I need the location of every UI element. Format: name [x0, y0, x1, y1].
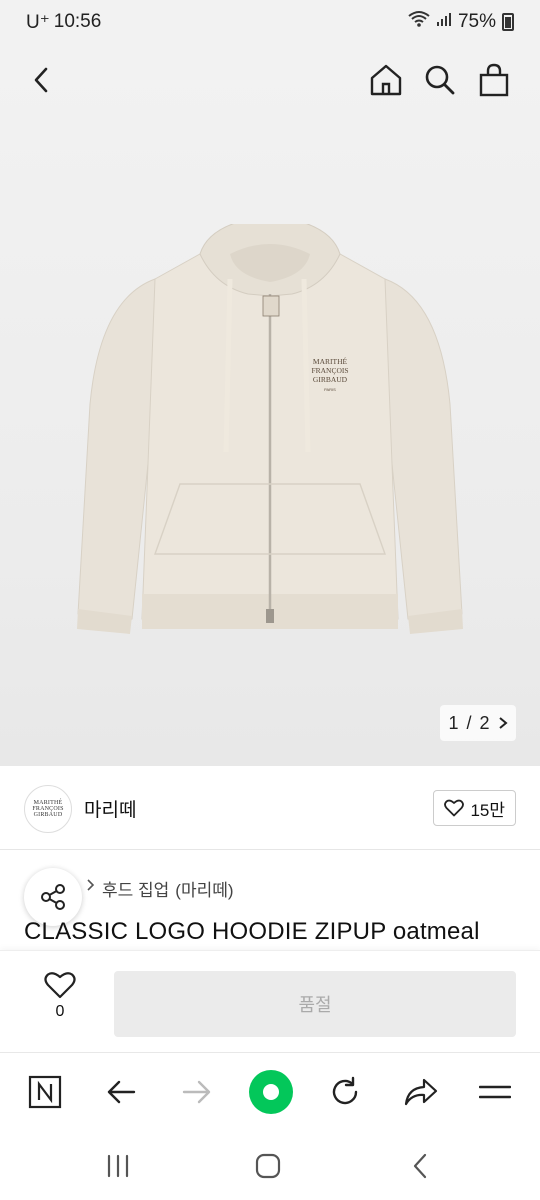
purchase-bar: 0 품절 [0, 950, 540, 1052]
share-icon [41, 884, 65, 910]
battery-icon [502, 13, 514, 31]
chevron-right-icon [498, 717, 508, 729]
back-icon [34, 67, 48, 93]
chest-logo-line: PARIS [324, 387, 336, 392]
browser-forward-button[interactable] [172, 1067, 222, 1117]
pager-current: 1 [448, 712, 459, 733]
browser-toolbar [0, 1052, 540, 1130]
clock: 10:56 [53, 11, 102, 32]
menu-icon [479, 1085, 511, 1099]
browser-share-button[interactable] [396, 1067, 446, 1117]
carrier-label: U⁺ [26, 11, 50, 33]
search-icon [425, 65, 455, 95]
browser-back-button[interactable] [96, 1067, 146, 1117]
home-icon [370, 64, 402, 96]
back-button[interactable] [20, 58, 64, 102]
android-navigation-bar [0, 1130, 540, 1200]
wish-count: 0 [55, 1003, 65, 1020]
share-arrow-icon [404, 1078, 438, 1106]
arrow-right-icon [182, 1080, 211, 1104]
battery-label: 75% [457, 11, 496, 32]
reload-icon [332, 1076, 358, 1105]
seller-like-button[interactable]: 15만 [433, 790, 516, 826]
recent-apps-icon [107, 1154, 129, 1178]
chest-logo-line: GIRBAUD [313, 375, 348, 384]
seller-like-count: 15만 [470, 800, 505, 820]
wifi-icon [408, 10, 430, 34]
chest-logo-line: MARITHÉ [313, 356, 348, 366]
product-title: CLASSIC LOGO HOODIE ZIPUP oatmeal [24, 918, 480, 945]
search-button[interactable] [418, 58, 462, 102]
status-left: U⁺ 10:56 [26, 11, 101, 34]
breadcrumb-category[interactable]: 후드 집업 [102, 876, 169, 901]
naver-home-button[interactable] [20, 1067, 70, 1117]
reload-button[interactable] [320, 1067, 370, 1117]
image-pager[interactable]: 1 / 2 [440, 705, 516, 741]
home-circle-icon [255, 1153, 281, 1179]
chevron-right-icon [87, 879, 95, 891]
heart-icon [44, 972, 76, 999]
wish-button[interactable]: 0 [34, 971, 86, 1035]
back-chevron-icon [413, 1153, 427, 1179]
heart-icon [444, 799, 465, 817]
seller-avatar[interactable]: MARITHÉ FRANÇOIS GIRBAUD [24, 785, 72, 833]
android-home-button[interactable] [246, 1144, 290, 1188]
arrow-left-icon [107, 1080, 136, 1104]
green-circle-icon [249, 1070, 293, 1114]
shopping-bag-button[interactable] [472, 58, 516, 102]
signal-icon [436, 11, 452, 33]
seller-row: MARITHÉ FRANÇOIS GIRBAUD 마리떼 15만 [0, 766, 540, 850]
home-button[interactable] [364, 58, 408, 102]
naver-green-button[interactable] [246, 1067, 296, 1117]
top-nav [0, 44, 540, 116]
seller-logo-line: GIRBAUD [33, 812, 63, 818]
chest-logo-line: FRANÇOIS [311, 366, 348, 375]
pager-total: 2 [479, 712, 490, 733]
status-bar: U⁺ 10:56 75% [0, 0, 540, 44]
product-hero: MARITHÉ FRANÇOIS GIRBAUD PARIS 1 / 2 [0, 44, 540, 766]
status-right: 75% [408, 10, 514, 34]
pager-separator: / [466, 712, 472, 733]
seller-name[interactable]: 마리떼 [84, 795, 136, 822]
shopping-bag-icon [479, 63, 509, 97]
android-back-button[interactable] [398, 1144, 442, 1188]
breadcrumb-brand[interactable]: (마리떼) [175, 876, 233, 901]
hoodie-product-image[interactable]: MARITHÉ FRANÇOIS GIRBAUD PARIS [60, 224, 480, 644]
sold-out-button: 품절 [114, 971, 516, 1037]
browser-menu-button[interactable] [470, 1067, 520, 1117]
recent-apps-button[interactable] [96, 1144, 140, 1188]
naver-n-icon [28, 1075, 62, 1109]
